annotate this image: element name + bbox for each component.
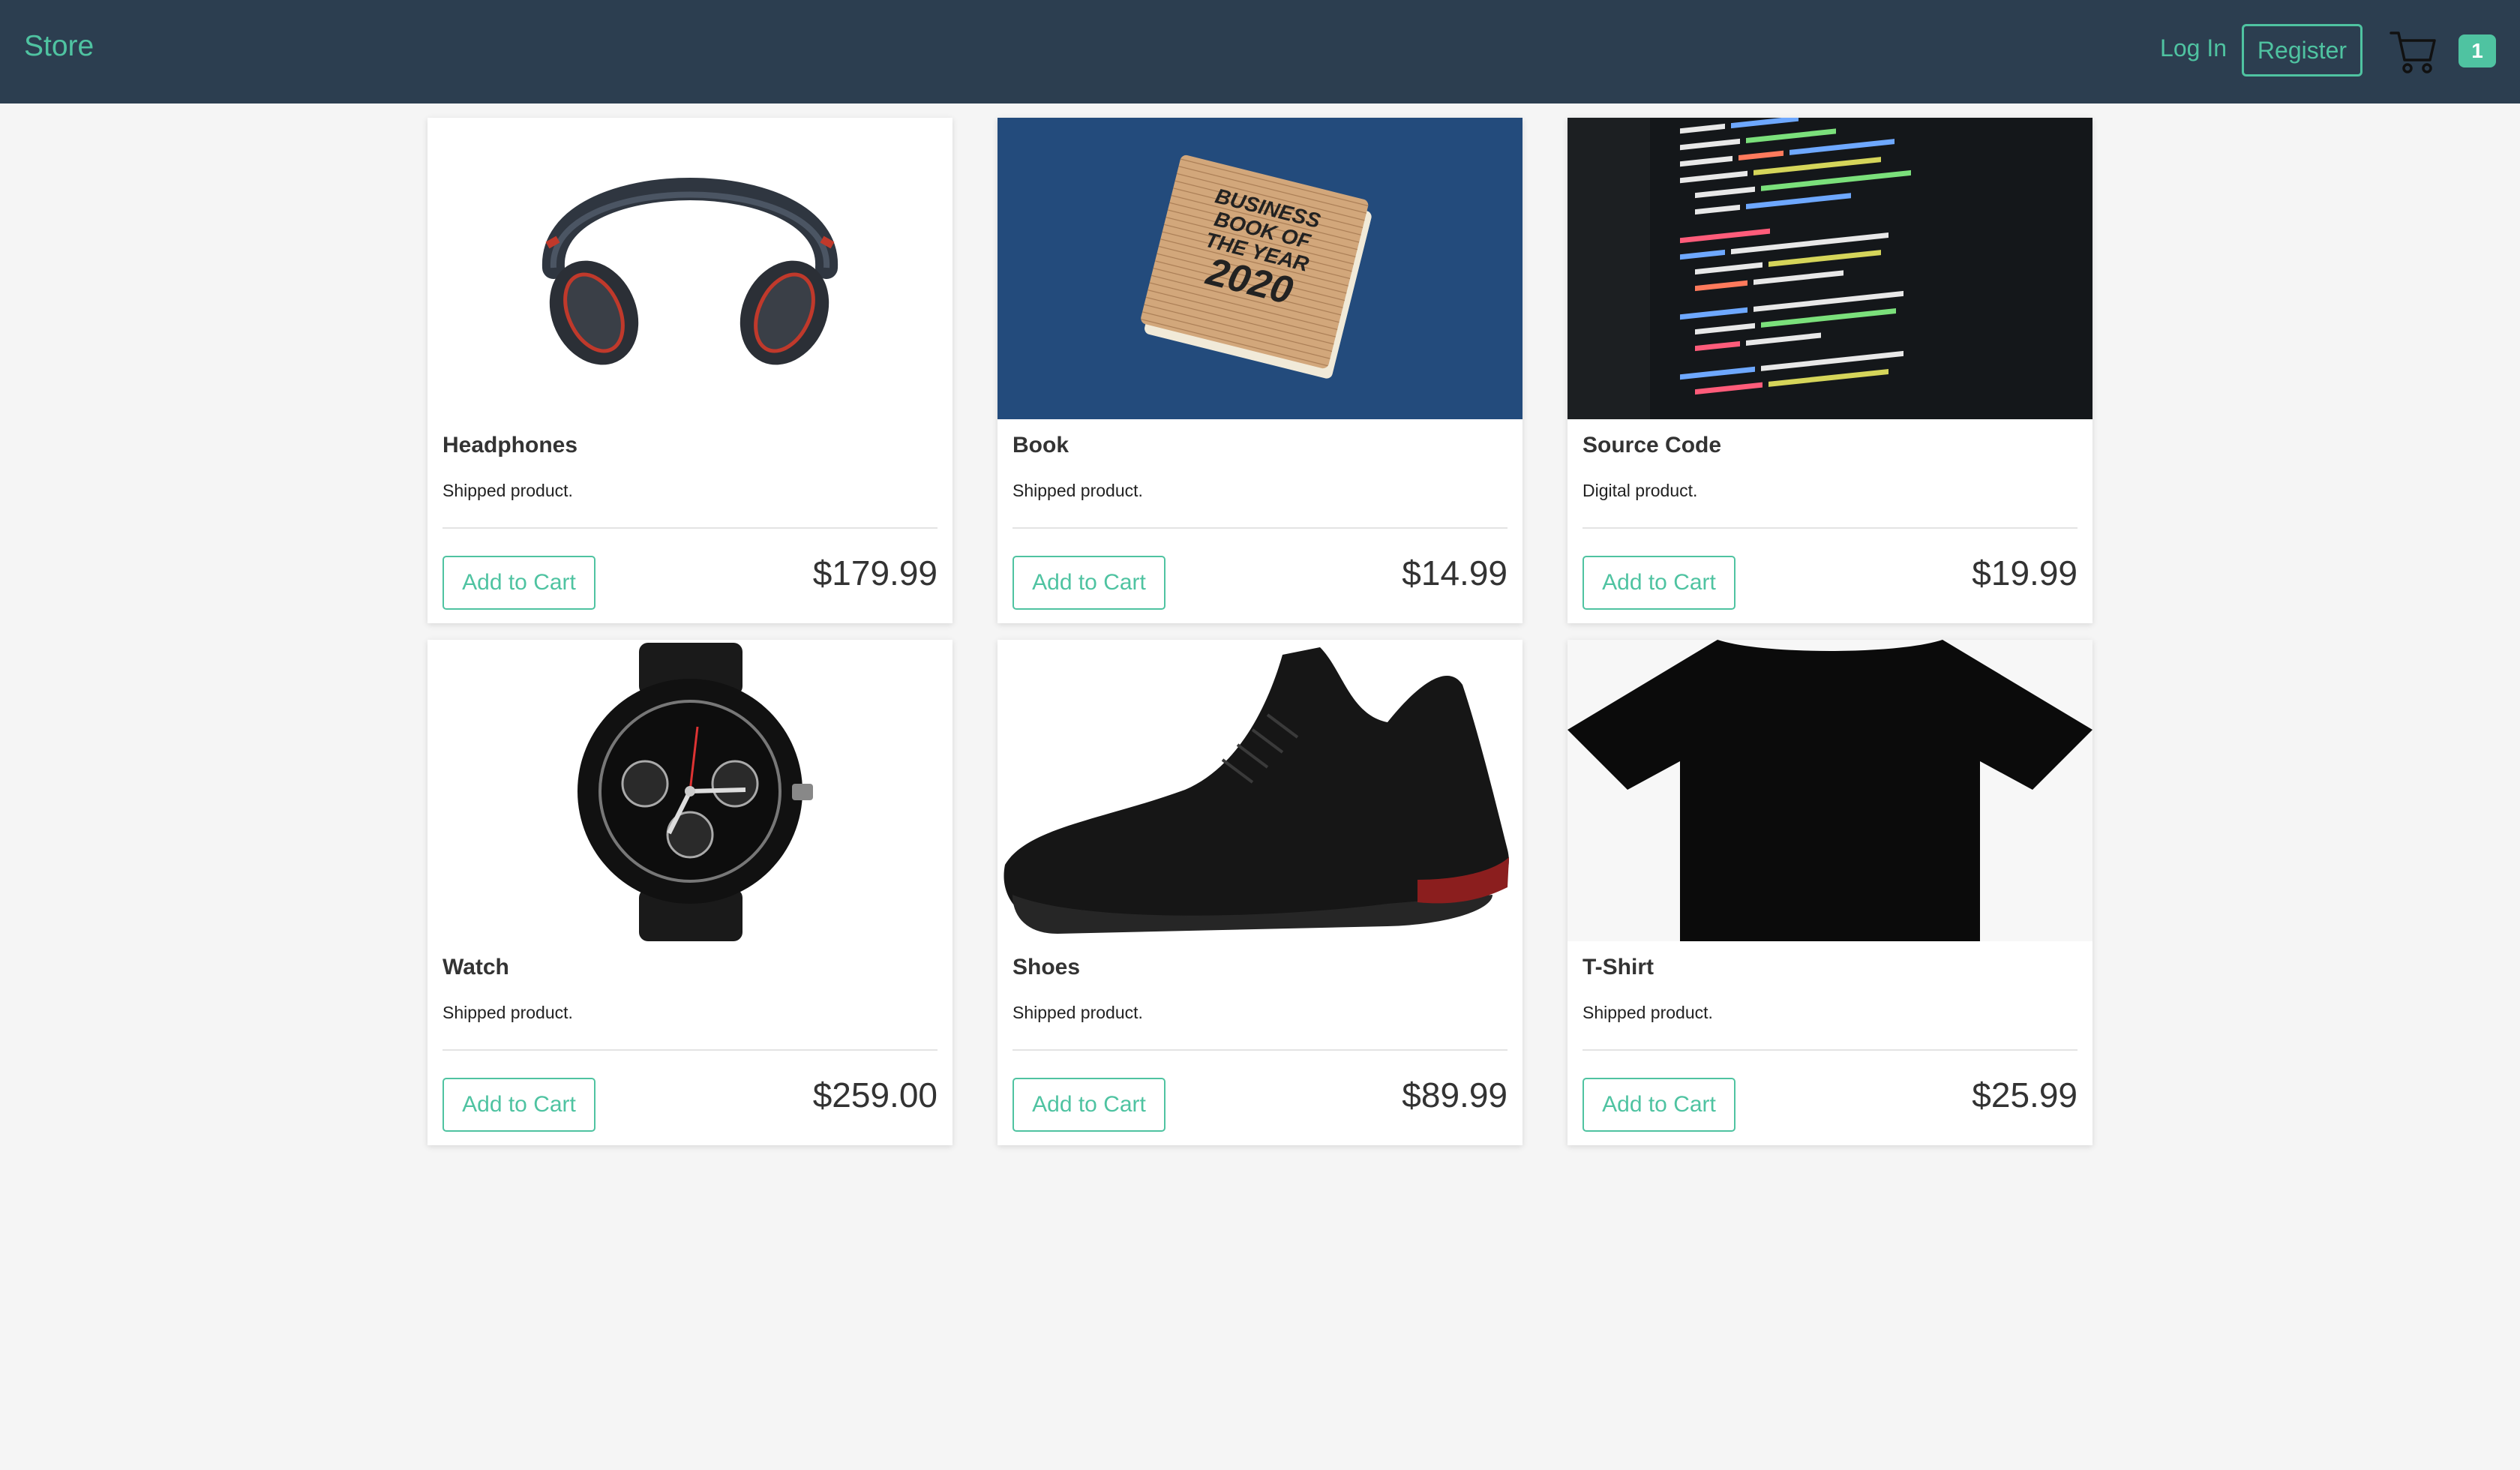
- product-card-watch: Watch Shipped product. Add to Cart $259.…: [428, 640, 952, 1145]
- product-card-tshirt: T-Shirt Shipped product. Add to Cart $25…: [1568, 640, 2092, 1145]
- add-to-cart-button[interactable]: Add to Cart: [1582, 1078, 1736, 1132]
- register-button[interactable]: Register: [2242, 24, 2362, 76]
- add-to-cart-button[interactable]: Add to Cart: [1012, 556, 1166, 610]
- cart-count-badge[interactable]: 1: [2458, 34, 2496, 68]
- shoes-image[interactable]: [998, 640, 1522, 941]
- add-to-cart-button[interactable]: Add to Cart: [1012, 1078, 1166, 1132]
- product-title: Source Code: [1582, 433, 1722, 458]
- product-description: Shipped product.: [1012, 481, 1143, 500]
- card-divider: [1012, 1049, 1508, 1051]
- card-divider: [442, 1049, 938, 1051]
- product-grid: Headphones Shipped product. Add to Cart …: [428, 118, 2094, 1145]
- tshirt-image[interactable]: [1568, 640, 2092, 941]
- card-divider: [1582, 527, 2078, 529]
- product-price: $25.99: [1972, 1076, 2078, 1114]
- product-description: Shipped product.: [1582, 1003, 1713, 1022]
- product-title: Watch: [442, 955, 509, 980]
- product-card-source-code: Source Code Digital product. Add to Cart…: [1568, 118, 2092, 623]
- product-description: Shipped product.: [1012, 1003, 1143, 1022]
- product-price: $19.99: [1972, 554, 2078, 592]
- product-description: Shipped product.: [442, 481, 573, 500]
- product-card-book: BUSINESS BOOK OF THE YEAR 2020 Book Ship…: [998, 118, 1522, 623]
- watch-image[interactable]: [428, 640, 952, 941]
- source-code-image[interactable]: [1568, 118, 2092, 419]
- product-card-headphones: Headphones Shipped product. Add to Cart …: [428, 118, 952, 623]
- product-title: Book: [1012, 433, 1069, 458]
- product-card-shoes: Shoes Shipped product. Add to Cart $89.9…: [998, 640, 1522, 1145]
- add-to-cart-button[interactable]: Add to Cart: [442, 556, 596, 610]
- product-description: Shipped product.: [442, 1003, 573, 1022]
- product-price: $89.99: [1402, 1076, 1508, 1114]
- add-to-cart-button[interactable]: Add to Cart: [1582, 556, 1736, 610]
- book-image[interactable]: BUSINESS BOOK OF THE YEAR 2020: [998, 118, 1522, 419]
- product-price: $179.99: [812, 554, 938, 592]
- product-description: Digital product.: [1582, 481, 1698, 500]
- product-title: Headphones: [442, 433, 578, 458]
- product-title: Shoes: [1012, 955, 1081, 980]
- product-price: $14.99: [1402, 554, 1508, 592]
- card-divider: [1582, 1049, 2078, 1051]
- add-to-cart-button[interactable]: Add to Cart: [442, 1078, 596, 1132]
- headphones-image[interactable]: [428, 118, 952, 419]
- cart-icon[interactable]: [2390, 28, 2438, 75]
- brand-link[interactable]: Store: [24, 30, 94, 63]
- product-title: T-Shirt: [1582, 955, 1654, 980]
- card-divider: [442, 527, 938, 529]
- card-divider: [1012, 527, 1508, 529]
- top-navbar: Store Log In Register 1: [0, 0, 2520, 104]
- login-link[interactable]: Log In: [2160, 34, 2227, 62]
- product-price: $259.00: [812, 1076, 938, 1114]
